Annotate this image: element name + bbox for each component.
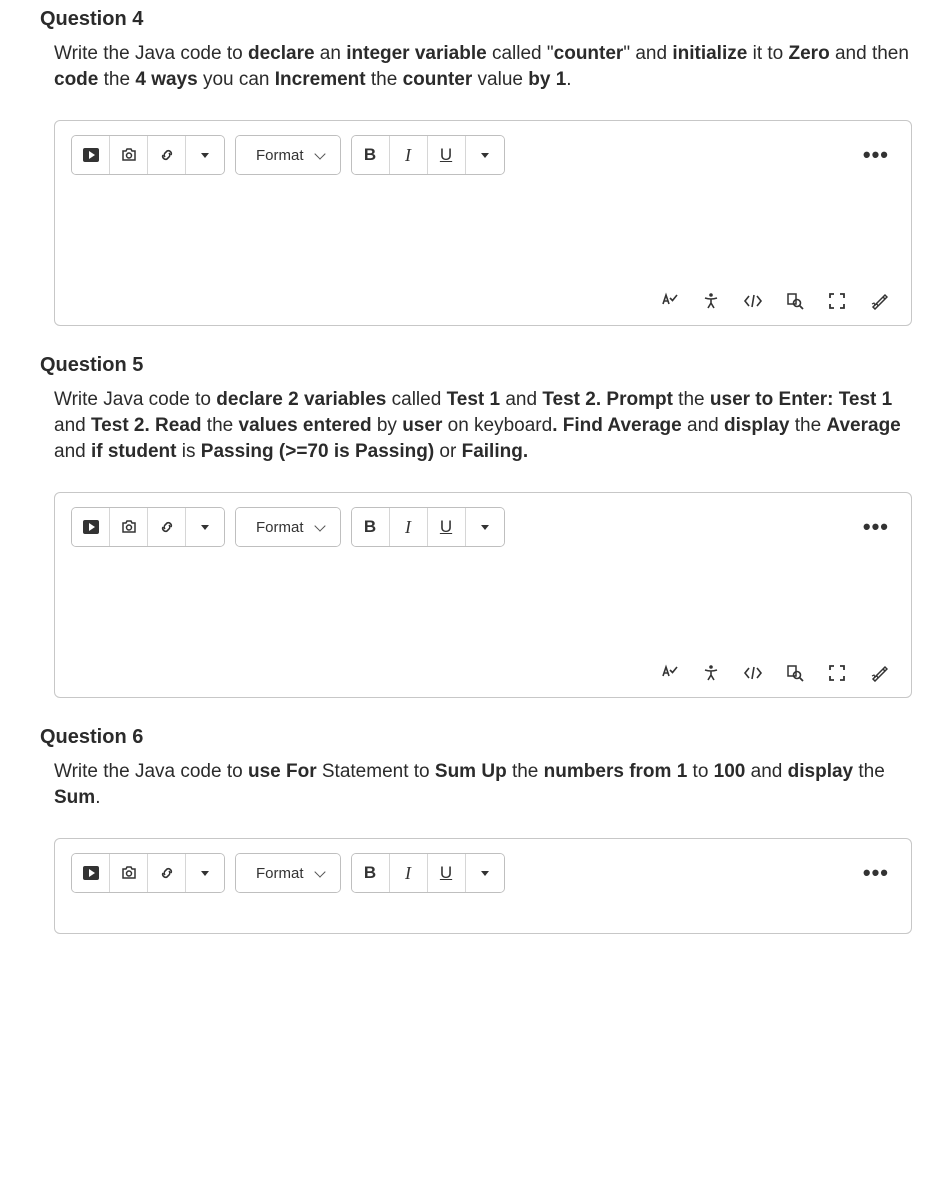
editor-content-area[interactable] — [71, 547, 895, 657]
question-title: Question 4 — [40, 8, 912, 31]
italic-button[interactable]: I — [390, 854, 428, 892]
question-4: Question 4 Write the Java code to declar… — [40, 8, 912, 326]
editor-content-area[interactable] — [71, 175, 895, 285]
more-options-button[interactable]: ••• — [863, 514, 895, 540]
format-label: Format — [256, 519, 304, 536]
spellcheck-icon[interactable] — [659, 663, 679, 683]
question-prompt: Write the Java code to declare an intege… — [54, 41, 912, 92]
bold-button[interactable]: B — [352, 508, 390, 546]
text-style-group: B I U — [351, 135, 505, 175]
format-group: Format — [235, 507, 341, 547]
play-button[interactable] — [72, 854, 110, 892]
insert-group — [71, 507, 225, 547]
editor-toolbar: Format B I U ••• — [71, 853, 895, 893]
editor-bottom-toolbar — [71, 657, 895, 687]
question-prompt: Write Java code to declare 2 variables c… — [54, 387, 912, 464]
chevron-down-icon — [314, 520, 325, 531]
fullscreen-icon[interactable] — [827, 291, 847, 311]
link-button[interactable] — [148, 508, 186, 546]
spellcheck-icon[interactable] — [659, 291, 679, 311]
link-button[interactable] — [148, 136, 186, 174]
camera-button[interactable] — [110, 854, 148, 892]
answer-editor[interactable]: Format B I U ••• — [54, 120, 912, 326]
draw-icon[interactable] — [869, 291, 889, 311]
answer-editor[interactable]: Format B I U ••• — [54, 492, 912, 698]
format-label: Format — [256, 147, 304, 164]
italic-button[interactable]: I — [390, 508, 428, 546]
accessibility-icon[interactable] — [701, 291, 721, 311]
underline-button[interactable]: U — [428, 508, 466, 546]
text-style-more-dropdown[interactable] — [466, 854, 504, 892]
chevron-down-icon — [314, 866, 325, 877]
editor-content-area[interactable] — [71, 893, 895, 923]
editor-toolbar: Format B I U ••• — [71, 507, 895, 547]
code-icon[interactable] — [743, 291, 763, 311]
format-label: Format — [256, 865, 304, 882]
more-options-button[interactable]: ••• — [863, 860, 895, 886]
draw-icon[interactable] — [869, 663, 889, 683]
question-6: Question 6 Write the Java code to use Fo… — [40, 726, 912, 934]
question-5: Question 5 Write Java code to declare 2 … — [40, 354, 912, 698]
link-button[interactable] — [148, 854, 186, 892]
insert-more-dropdown[interactable] — [186, 508, 224, 546]
play-button[interactable] — [72, 136, 110, 174]
text-style-more-dropdown[interactable] — [466, 508, 504, 546]
editor-toolbar: Format B I U ••• — [71, 135, 895, 175]
chevron-down-icon — [314, 148, 325, 159]
question-title: Question 6 — [40, 726, 912, 749]
text-style-group: B I U — [351, 507, 505, 547]
code-icon[interactable] — [743, 663, 763, 683]
format-group: Format — [235, 135, 341, 175]
fullscreen-icon[interactable] — [827, 663, 847, 683]
format-dropdown[interactable]: Format — [236, 854, 340, 892]
play-button[interactable] — [72, 508, 110, 546]
insert-more-dropdown[interactable] — [186, 136, 224, 174]
bold-button[interactable]: B — [352, 854, 390, 892]
camera-button[interactable] — [110, 136, 148, 174]
more-options-button[interactable]: ••• — [863, 142, 895, 168]
italic-button[interactable]: I — [390, 136, 428, 174]
bold-button[interactable]: B — [352, 136, 390, 174]
answer-editor[interactable]: Format B I U ••• — [54, 838, 912, 934]
question-title: Question 5 — [40, 354, 912, 377]
question-prompt: Write the Java code to use For Statement… — [54, 759, 912, 810]
insert-group — [71, 853, 225, 893]
camera-button[interactable] — [110, 508, 148, 546]
format-dropdown[interactable]: Format — [236, 508, 340, 546]
format-dropdown[interactable]: Format — [236, 136, 340, 174]
find-replace-icon[interactable] — [785, 291, 805, 311]
insert-group — [71, 135, 225, 175]
find-replace-icon[interactable] — [785, 663, 805, 683]
underline-button[interactable]: U — [428, 136, 466, 174]
underline-button[interactable]: U — [428, 854, 466, 892]
accessibility-icon[interactable] — [701, 663, 721, 683]
text-style-group: B I U — [351, 853, 505, 893]
text-style-more-dropdown[interactable] — [466, 136, 504, 174]
insert-more-dropdown[interactable] — [186, 854, 224, 892]
format-group: Format — [235, 853, 341, 893]
editor-bottom-toolbar — [71, 285, 895, 315]
